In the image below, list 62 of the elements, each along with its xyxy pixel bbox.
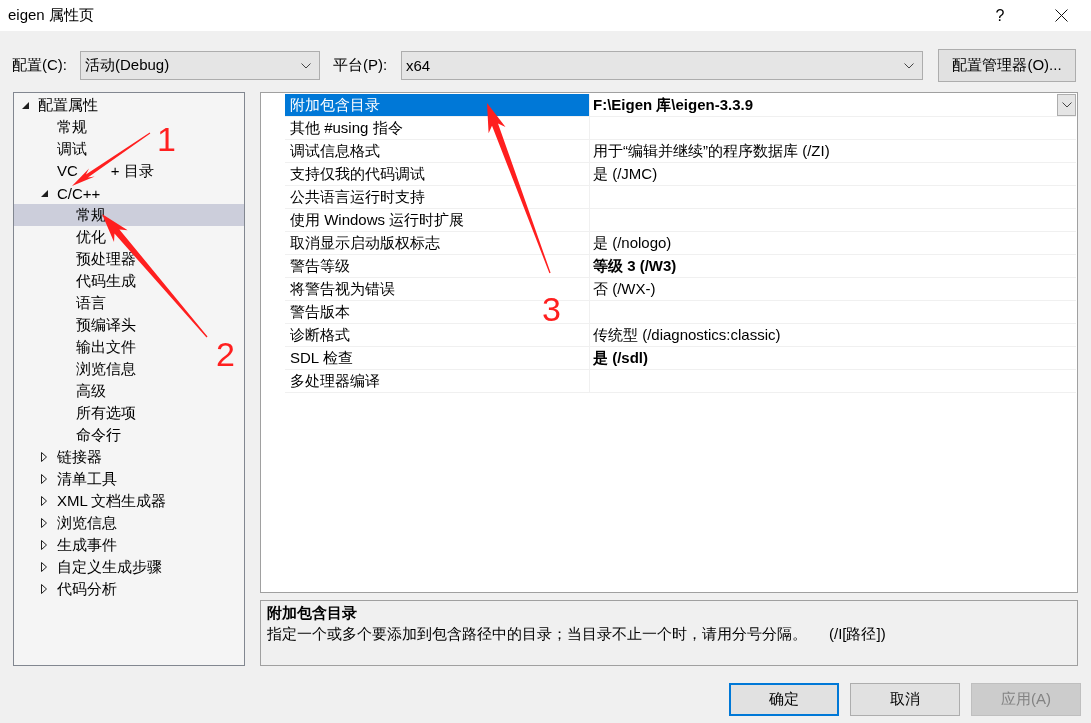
annotation-number: 1 xyxy=(157,122,176,156)
tree-item[interactable]: 优化 xyxy=(76,227,106,247)
configuration-dropdown[interactable]: 活动(Debug) xyxy=(80,51,320,80)
configuration-label: 配置(C): xyxy=(12,56,67,75)
chevron-down-icon xyxy=(904,62,914,69)
tree-item[interactable]: 语言 xyxy=(76,293,106,313)
tree-item[interactable]: 预处理器 xyxy=(76,249,136,269)
property-name[interactable]: SDL 检查 xyxy=(285,347,590,369)
triangle-icon[interactable] xyxy=(41,189,48,197)
property-value[interactable]: 等级 3 (/W3) xyxy=(593,256,677,276)
platform-dropdown[interactable]: x64 xyxy=(401,51,923,80)
property-value[interactable]: 是 (/sdl) xyxy=(593,348,648,368)
property-name[interactable]: 附加包含目录 xyxy=(285,94,590,116)
property-name[interactable]: 多处理器编译 xyxy=(285,370,590,392)
tree-item[interactable]: 生成事件 xyxy=(57,535,117,555)
switch-text: (/I[路径]) xyxy=(829,624,886,644)
tree-item[interactable]: 高级 xyxy=(76,381,106,401)
property-value[interactable]: 是 (/nologo) xyxy=(593,233,672,253)
window-title: eigen 属性页 xyxy=(8,6,94,25)
dialog-button[interactable]: 取消 xyxy=(850,683,960,716)
triangle-icon[interactable] xyxy=(22,101,29,109)
tree-item[interactable]: 常规 xyxy=(76,205,106,225)
tree-item[interactable]: 代码生成 xyxy=(76,271,136,291)
property-value[interactable]: F:\Eigen 库\eigen-3.3.9 xyxy=(593,95,754,115)
triangle-icon[interactable] xyxy=(41,452,47,462)
platform-label: 平台(P): xyxy=(333,56,388,75)
configuration-manager-button[interactable]: 配置管理器(O)... xyxy=(938,49,1076,82)
tree-item[interactable]: XML 文档生成器 xyxy=(57,491,167,511)
tree-item[interactable]: 代码分析 xyxy=(57,579,117,599)
tree-item[interactable]: 链接器 xyxy=(57,447,102,467)
tree-item[interactable]: 配置属性 xyxy=(38,95,98,115)
triangle-icon[interactable] xyxy=(41,584,47,594)
tree-item[interactable]: 命令行 xyxy=(76,425,121,445)
property-value[interactable]: 传统型 (/diagnostics:classic) xyxy=(593,325,781,345)
chevron-down-icon xyxy=(301,62,311,69)
triangle-icon[interactable] xyxy=(41,474,47,484)
triangle-icon[interactable] xyxy=(41,540,47,550)
triangle-icon[interactable] xyxy=(41,518,47,528)
property-value[interactable]: 用于“编辑并继续”的程序数据库 (/ZI) xyxy=(593,141,830,161)
triangle-icon[interactable] xyxy=(41,562,47,572)
tree-item[interactable]: 输出文件 xyxy=(76,337,136,357)
tree-item[interactable]: 浏览信息 xyxy=(76,359,136,379)
close-icon xyxy=(1054,9,1068,22)
description-text: 指定一个或多个要添加到包含路径中的目录；当目录不止一个时，请用分号分隔。 xyxy=(267,624,807,644)
tree-item[interactable]: 自定义生成步骤 xyxy=(57,557,162,577)
property-value[interactable]: 是 (/JMC) xyxy=(593,164,658,184)
annotation-number: 2 xyxy=(216,337,235,371)
chevron-down-icon xyxy=(1061,102,1072,108)
description-title: 附加包含目录 xyxy=(267,604,357,621)
tree-item[interactable]: 调试 xyxy=(57,139,87,159)
dialog-button[interactable]: 确定 xyxy=(729,683,839,716)
tree-item[interactable]: VC + 目录 xyxy=(57,161,154,181)
tree-item[interactable]: 预编译头 xyxy=(76,315,136,335)
tree-item[interactable]: 常规 xyxy=(57,117,87,137)
property-value[interactable]: 否 (/WX-) xyxy=(593,279,656,299)
tree-item[interactable]: 所有选项 xyxy=(76,403,136,423)
triangle-icon[interactable] xyxy=(41,496,47,506)
property-name[interactable]: 诊断格式 xyxy=(285,324,590,346)
tree-item[interactable]: 浏览信息 xyxy=(57,513,117,533)
tree-item[interactable]: 清单工具 xyxy=(57,469,117,489)
tree-item[interactable]: C/C++ xyxy=(57,184,101,202)
help-button[interactable]: ? xyxy=(977,0,1023,31)
